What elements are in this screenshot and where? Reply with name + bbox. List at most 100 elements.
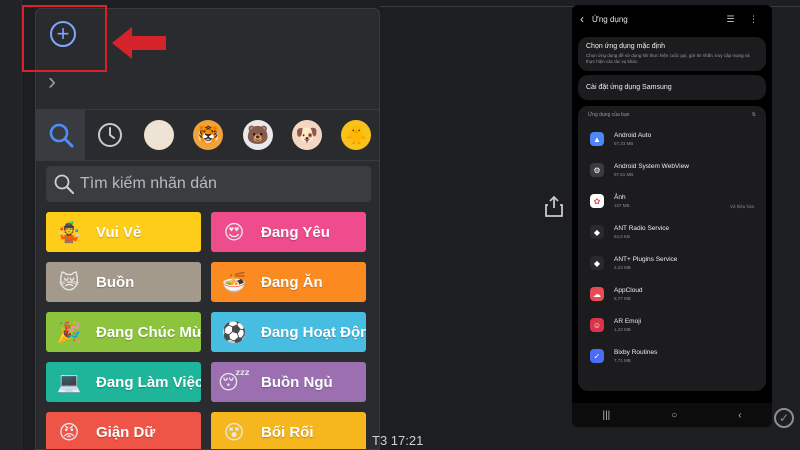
app-icon: ✿ [590, 194, 604, 209]
sticker-icon: 😍 [223, 221, 245, 244]
tab-sticker-pack-5[interactable]: 🐥 [332, 109, 379, 161]
sticker-category[interactable]: 😡 Giận Dữ [46, 412, 201, 449]
sticker-category-label: Đang Hoạt Động [261, 323, 366, 341]
phone-nav-bar: ||| ○ ‹ [572, 403, 772, 427]
sticker-category[interactable]: 😿 Buồn [46, 262, 201, 302]
sticker-icon: 😴 [217, 371, 251, 394]
app-icon: ☁ [590, 287, 604, 302]
app-name: ANT Radio Service [614, 225, 670, 233]
sticker-category[interactable]: ⚽ Đang Hoạt Động [211, 312, 366, 352]
sticker-tab-bar: 🐱 🐯 🐻 🐶 🐥 [36, 109, 379, 161]
tab-sticker-pack-4[interactable]: 🐶 [282, 109, 331, 161]
app-row: ⚙ Android System WebView 97,61 MB [578, 155, 766, 186]
tab-sticker-pack-2[interactable]: 🐯 [184, 109, 233, 161]
sticker-search-box[interactable] [46, 166, 371, 202]
sticker-icon: 🍜 [221, 271, 247, 294]
card-subtitle: Chọn ứng dụng để sử dụng khi thực hiện c… [586, 53, 750, 64]
sticker-category-label: Bối Rối [261, 423, 314, 441]
search-icon [49, 123, 74, 148]
arrow-left-icon [112, 27, 166, 59]
sticker-icon: 😵 [223, 421, 245, 444]
sticker-pack-icon: 🐱 [144, 120, 175, 150]
filter-more-icon: ☰ ⋮ [726, 13, 764, 24]
sticker-category[interactable]: 😴 Buồn Ngủ [211, 362, 366, 402]
app-name: Android Auto [614, 132, 652, 140]
back-icon: ‹ [580, 12, 584, 26]
app-row: ☁ AppCloud 5,77 MB [578, 279, 766, 310]
app-size: 5,77 MB [614, 296, 631, 302]
app-row: ◆ ANT+ Plugins Service 2,23 MB [578, 248, 766, 279]
sticker-category-label: Buồn Ngủ [261, 373, 333, 391]
sticker-icon: 🤹 [56, 221, 82, 244]
message-timestamp: T3 17:21 [372, 433, 424, 448]
search-icon [54, 174, 74, 194]
home-icon: ○ [671, 409, 678, 421]
sticker-pack-icon: 🐥 [341, 120, 372, 150]
app-icon: ◆ [590, 256, 604, 271]
share-icon[interactable] [544, 195, 564, 217]
sticker-category-label: Buồn [96, 273, 135, 291]
chat-list-edge [0, 0, 22, 450]
sticker-icon: 🎉 [56, 321, 82, 344]
sticker-category[interactable]: 😵 Bối Rối [211, 412, 366, 449]
app-size: 7,71 MB [614, 358, 631, 364]
sticker-category-grid: 🤹 Vui Vẻ 😍 Đang Yêu 😿 Buồn 🍜 Đang Ăn 🎉 Đang Chúc … [46, 212, 376, 449]
chevron-right-icon[interactable]: › [48, 70, 64, 94]
sticker-icon: 😿 [58, 271, 80, 294]
app-name: ANT+ Plugins Service [614, 256, 678, 264]
sticker-category[interactable]: 🎉 Đang Chúc Mừng [46, 312, 201, 352]
tab-sticker-pack-3[interactable]: 🐻 [233, 109, 282, 161]
app-icon: ✓ [590, 349, 604, 364]
app-status: Vô hiệu hóa [729, 203, 754, 209]
recents-icon: ||| [602, 409, 611, 421]
app-row: ◆ ANT Radio Service 52,6 KB [578, 217, 766, 248]
tab-search[interactable] [36, 109, 86, 161]
check-circle-icon: ✓ [774, 408, 794, 428]
sticker-pack-icon: 🐻 [242, 120, 273, 150]
highlight-box [22, 5, 107, 72]
sticker-icon: 💻 [56, 371, 82, 394]
sticker-category[interactable]: 😍 Đang Yêu [211, 212, 366, 252]
sticker-category[interactable]: 🤹 Vui Vẻ [46, 212, 201, 252]
card-title: Cài đặt ứng dụng Samsung [586, 83, 672, 91]
sticker-category[interactable]: 🍜 Đang Ăn [211, 262, 366, 302]
app-size: 2,23 MB [614, 265, 631, 271]
sticker-category-label: Đang Làm Việc [96, 373, 201, 391]
app-size: 97,61 MB [614, 172, 634, 178]
app-name: Android System WebView [614, 163, 689, 171]
app-list: Ứng dụng của bạn ⇅ ▲ Android Auto 57,23 MB… [578, 105, 766, 391]
sticker-icon: 😡 [58, 421, 80, 444]
card-title: Chọn ứng dụng mặc định [586, 43, 666, 50]
app-icon: ⚙ [590, 163, 604, 178]
app-size: 52,6 KB [614, 234, 631, 240]
app-row: ☺ AR Emoji 1,23 MB [578, 310, 766, 341]
default-apps-card: Chọn ứng dụng mặc định Chọn ứng dụng để … [578, 37, 766, 71]
samsung-apps-card: Cài đặt ứng dụng Samsung [578, 74, 766, 100]
app-name: Bixby Routines [614, 349, 658, 357]
app-list-header: Ứng dụng của bạn ⇅ [578, 112, 766, 124]
app-name: Ảnh [614, 194, 626, 202]
back-nav-icon: ‹ [738, 409, 742, 421]
app-icon: ▲ [590, 132, 604, 147]
tab-recent[interactable] [85, 109, 134, 161]
app-icon: ☺ [590, 318, 604, 333]
sticker-search-input[interactable] [80, 175, 360, 193]
clock-icon [97, 123, 122, 147]
sticker-category[interactable]: 💻 Đang Làm Việc [46, 362, 201, 402]
app-row: ✓ Bixby Routines 7,71 MB [578, 341, 766, 372]
phone-screenshot: ‹ Ứng dụng ☰ ⋮ Chọn ứng dụng mặc định Ch… [572, 5, 772, 427]
sticker-category-label: Vui Vẻ [96, 223, 142, 241]
sticker-category-label: Đang Chúc Mừng [96, 323, 201, 341]
app-size: 1,23 MB [614, 327, 631, 333]
sticker-icon: ⚽ [221, 321, 247, 344]
sticker-category-label: Giận Dữ [96, 423, 156, 441]
app-row: ✿ Ảnh 107 MB Vô hiệu hóa [578, 186, 766, 217]
app-name: AR Emoji [614, 318, 642, 326]
phone-header: ‹ Ứng dụng ☰ ⋮ [572, 5, 772, 33]
sticker-panel: + › 🐱 🐯 🐻 🐶 🐥 Tìm kiếm nhãn dán 🤹 Vui Vẻ… [35, 8, 380, 450]
app-icon: ◆ [590, 225, 604, 240]
sort-icon: ⇅ [751, 111, 756, 118]
tab-sticker-pack-1[interactable]: 🐱 [135, 109, 184, 161]
app-name: AppCloud [614, 287, 643, 295]
app-list-title: Ứng dụng của bạn [588, 111, 630, 118]
